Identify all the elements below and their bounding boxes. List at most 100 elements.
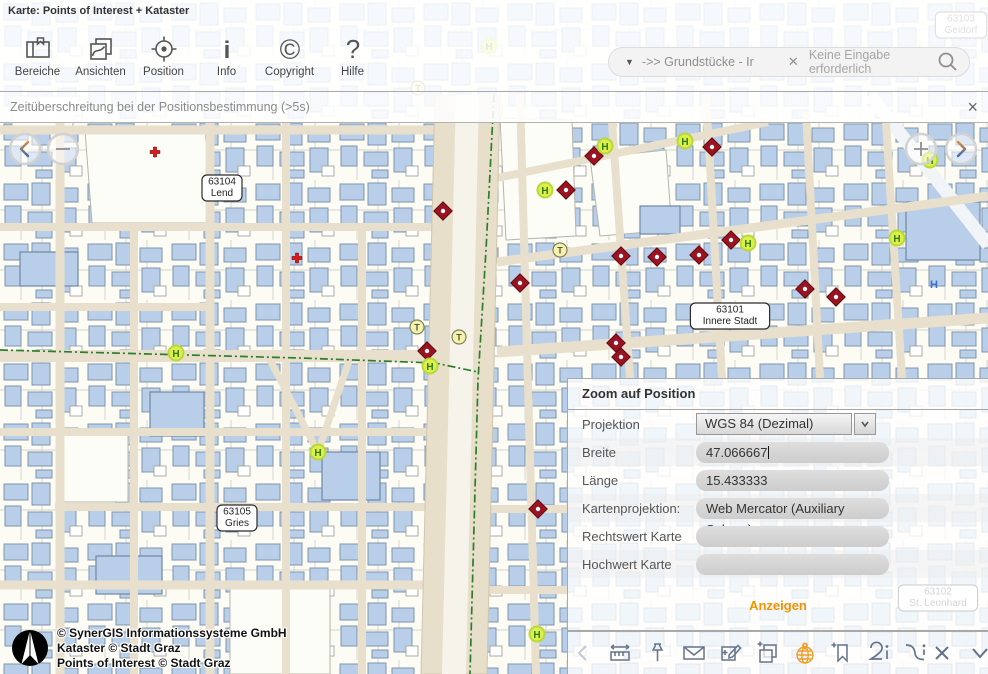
district-label: 63104Lend xyxy=(202,175,242,201)
ansichten-button[interactable]: Ansichten xyxy=(69,34,132,88)
svg-text:T: T xyxy=(557,246,563,256)
pan-left-button[interactable] xyxy=(8,132,42,166)
globe-icon[interactable] xyxy=(792,640,818,666)
taxi-stand-marker[interactable]: T xyxy=(452,330,466,344)
bus-stop-marker[interactable]: H xyxy=(538,183,553,198)
form-row-projektion: Projektion WGS 84 (Dezimal) xyxy=(568,410,988,438)
svg-text:?: ? xyxy=(345,34,359,64)
pan-right-button[interactable] xyxy=(944,132,978,166)
svg-text:H: H xyxy=(744,239,751,250)
svg-text:H: H xyxy=(681,137,688,148)
bus-stop-marker[interactable]: H xyxy=(311,445,326,460)
svg-text:Gries: Gries xyxy=(225,518,249,529)
anzeigen-button[interactable]: Anzeigen xyxy=(749,598,807,613)
copyright-line-1: © SynerGIS Informationssysteme GmbH xyxy=(57,626,287,641)
copyright-line-2: Kataster © Stadt Graz xyxy=(57,641,287,656)
notification-bar: Zeitüberschreitung bei der Positionsbest… xyxy=(0,92,988,123)
hilfe-button[interactable]: ? Hilfe xyxy=(321,34,384,88)
edit-icon[interactable] xyxy=(718,640,744,666)
mail-icon[interactable] xyxy=(681,640,707,666)
rechtswert-label: Rechtswert Karte xyxy=(568,529,696,544)
kartenprojektion-label: Kartenprojektion: xyxy=(568,501,696,516)
form-row-rechtswert: Rechtswert Karte xyxy=(568,522,988,550)
svg-text:Innere Stadt: Innere Stadt xyxy=(703,316,758,327)
copyright-label: Copyright xyxy=(265,66,314,78)
svg-text:H: H xyxy=(541,186,548,197)
search-bar[interactable]: ▼ ->> Grundstücke - Ir ✕ Keine Eingabe e… xyxy=(608,47,970,77)
projektion-label: Projektion xyxy=(568,417,696,432)
svg-text:63101: 63101 xyxy=(716,305,744,316)
bus-stop-marker[interactable]: H xyxy=(169,346,184,361)
zoom-in-button[interactable] xyxy=(904,132,938,166)
help-icon: ? xyxy=(338,34,368,64)
measure-icon[interactable] xyxy=(607,640,633,666)
laenge-input[interactable]: 15.433333 xyxy=(696,470,889,491)
chevron-left-icon xyxy=(570,640,596,666)
svg-text:63105: 63105 xyxy=(223,507,251,518)
bus-stop-marker[interactable]: H xyxy=(890,231,905,246)
dialog-title: Zoom auf Position xyxy=(568,379,988,410)
bus-stop-marker[interactable]: H xyxy=(598,139,613,154)
rechtswert-input[interactable] xyxy=(696,526,889,547)
svg-text:H: H xyxy=(533,630,540,641)
copy-icon[interactable] xyxy=(755,640,781,666)
hilfe-label: Hilfe xyxy=(341,66,364,78)
copyright-icon: © xyxy=(275,34,305,64)
ansichten-label: Ansichten xyxy=(75,66,126,78)
pin-icon[interactable] xyxy=(644,640,670,666)
bereiche-button[interactable]: Bereiche xyxy=(6,34,69,88)
crosshair-icon xyxy=(149,34,179,64)
position-button[interactable]: Position xyxy=(132,34,195,88)
bus-stop-marker[interactable]: H xyxy=(678,134,693,149)
svg-text:H: H xyxy=(314,448,321,459)
views-icon xyxy=(86,34,116,64)
projection-select-arrow-icon[interactable] xyxy=(854,413,876,435)
copyright-button[interactable]: © Copyright xyxy=(258,34,321,88)
projection-select[interactable]: WGS 84 (Dezimal) xyxy=(696,413,852,435)
hochwert-input[interactable] xyxy=(696,554,889,575)
bottom-toolbar xyxy=(567,631,988,674)
bookmark-add-icon[interactable] xyxy=(829,640,855,666)
search-icon[interactable] xyxy=(937,51,959,73)
svg-text:T: T xyxy=(456,333,462,343)
bus-stop-marker[interactable]: H xyxy=(530,627,545,642)
bus-stop-marker[interactable]: H xyxy=(741,236,756,251)
svg-text:H: H xyxy=(426,362,433,373)
search-clear-icon[interactable]: ✕ xyxy=(788,54,799,70)
close-icon[interactable] xyxy=(929,640,955,666)
notification-text: Zeitüberschreitung bei der Positionsbest… xyxy=(10,100,967,114)
search-category[interactable]: ->> Grundstücke - Ir xyxy=(642,55,770,69)
district-label: 63101Innere Stadt xyxy=(690,303,769,329)
app-title: Karte: Points of Interest + Kataster xyxy=(8,5,189,17)
zoom-auf-position-dialog: Zoom auf Position Projektion WGS 84 (Dez… xyxy=(567,378,988,631)
bus-stop-marker[interactable]: H xyxy=(423,359,438,374)
info-icon: i xyxy=(212,34,242,64)
book-icon xyxy=(23,34,53,64)
zoom-out-button[interactable] xyxy=(46,132,80,166)
district-label: 63105Gries xyxy=(217,505,257,531)
blue-h-marker: H xyxy=(930,279,938,291)
info-label: Info xyxy=(217,66,236,78)
taxi-stand-marker[interactable]: T xyxy=(553,243,567,257)
map-copyright: © SynerGIS Informationssysteme GmbH Kata… xyxy=(10,626,287,671)
collapse-icon[interactable] xyxy=(967,640,988,666)
svg-text:63104: 63104 xyxy=(208,177,236,188)
svg-text:i: i xyxy=(223,37,230,64)
svg-text:H: H xyxy=(893,234,900,245)
main-toolbar: Bereiche Ansichten Position xyxy=(6,34,384,88)
search-category-dropdown-icon[interactable]: ▼ xyxy=(625,57,634,67)
laenge-label: Länge xyxy=(568,473,696,488)
search-input[interactable]: Keine Eingabe erforderlich xyxy=(809,48,937,76)
taxi-stand-marker[interactable]: T xyxy=(410,320,424,334)
identify-icon[interactable] xyxy=(866,640,892,666)
form-row-hochwert: Hochwert Karte xyxy=(568,550,988,578)
svg-text:H: H xyxy=(601,142,608,153)
header-bar: Karte: Points of Interest + Kataster Ber… xyxy=(0,0,988,92)
svg-text:T: T xyxy=(414,323,420,333)
breite-input[interactable]: 47.066667 xyxy=(696,442,889,463)
notification-close-icon[interactable]: × xyxy=(967,98,978,116)
form-row-laenge: Länge 15.433333 xyxy=(568,466,988,494)
identify-line-icon[interactable] xyxy=(903,640,929,666)
info-button[interactable]: i Info xyxy=(195,34,258,88)
svg-text:©: © xyxy=(279,34,300,64)
